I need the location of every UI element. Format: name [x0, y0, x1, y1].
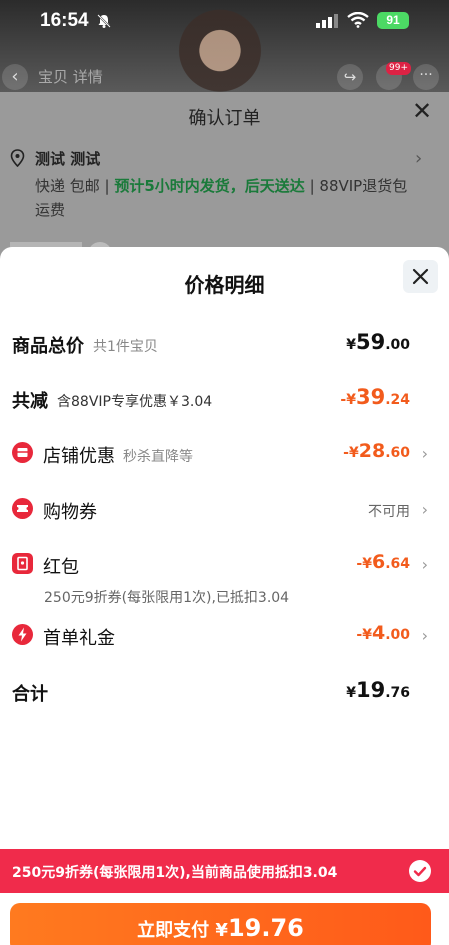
status-time: 16:54 — [40, 10, 89, 31]
wifi-icon — [347, 12, 369, 28]
lightning-icon — [12, 624, 33, 645]
shopping-voucher-status: 不可用 — [368, 504, 410, 520]
pay-now-button[interactable]: 立即支付 ¥19.76 — [10, 903, 431, 945]
close-icon: ✕ — [412, 97, 433, 125]
more-icon: ··· — [413, 64, 439, 90]
background-nav: ‹ 宝贝 详情 ↪ 99+ ··· — [0, 60, 449, 92]
coupon-bar[interactable]: 250元9折券(每张限用1次),当前商品使用抵扣3.04 — [0, 849, 449, 893]
share-icon: ↪ — [337, 64, 363, 90]
shop-discount-value: -¥28.60 — [343, 440, 410, 462]
check-icon[interactable] — [409, 860, 431, 882]
shipping-info: 快递 包邮 | 预计5小时内发货，后天送达 | 88VIP退货包运费 — [35, 174, 415, 222]
row-shop-discount[interactable]: 店铺优惠 秒杀直降等 -¥28.60 › — [12, 440, 432, 468]
back-icon: ‹ — [2, 64, 28, 90]
goods-total-label: 商品总价 — [12, 336, 84, 357]
total-discount-value: -¥39.24 — [340, 385, 410, 409]
goods-total-count: 共1件宝贝 — [93, 339, 158, 355]
goods-total-value: ¥59.00 — [346, 330, 410, 354]
first-order-gift-value: -¥4.00 — [356, 622, 410, 644]
confirm-order-panel: 确认订单 ✕ 测试 测试 › 快递 包邮 | 预计5小时内发货，后天送达 | 8… — [0, 92, 449, 262]
red-packet-value: -¥6.64 — [356, 551, 410, 573]
chevron-right-icon: › — [421, 626, 428, 645]
sheet-close-button[interactable] — [403, 260, 438, 293]
red-packet-icon — [12, 553, 33, 574]
chevron-right-icon: › — [421, 555, 428, 574]
chevron-right-icon: › — [415, 148, 423, 169]
first-order-gift-label: 首单礼金 — [43, 628, 115, 649]
shop-discount-label: 店铺优惠 — [43, 446, 115, 467]
red-packet-note: 250元9折券(每张限用1次),已抵扣3.04 — [44, 590, 290, 606]
cart-badge: 99+ — [386, 62, 411, 75]
red-packet-label: 红包 — [43, 557, 79, 578]
row-goods-total: 商品总价 共1件宝贝 ¥59.00 — [12, 330, 432, 358]
price-detail-sheet: 价格明细 商品总价 共1件宝贝 ¥59.00 共减 含88VIP专享优惠￥3.0… — [0, 247, 449, 945]
row-shopping-voucher[interactable]: 购物券 不可用 › — [12, 496, 432, 524]
row-red-packet[interactable]: 红包 -¥6.64 › — [12, 551, 432, 579]
row-total-discount: 共减 含88VIP专享优惠￥3.04 -¥39.24 — [12, 385, 432, 413]
chevron-right-icon: › — [421, 500, 428, 519]
shipping-prefix: 快递 包邮 | — [35, 177, 115, 195]
close-icon — [412, 268, 429, 285]
signal-icon — [316, 14, 338, 28]
total-value: ¥19.76 — [346, 678, 410, 702]
bell-muted-icon — [97, 14, 111, 28]
total-discount-detail: 含88VIP专享优惠￥3.04 — [57, 394, 213, 410]
address-name: 测试 测试 — [35, 150, 101, 168]
status-bar: 16:54 91 — [0, 0, 449, 42]
shipping-highlight: 预计5小时内发货，后天送达 — [114, 177, 305, 195]
row-first-order-gift[interactable]: 首单礼金 -¥4.00 › — [12, 622, 432, 650]
battery-indicator: 91 — [377, 12, 409, 29]
shop-discount-detail: 秒杀直降等 — [123, 449, 193, 465]
row-total: 合计 ¥19.76 — [12, 678, 432, 706]
shop-icon — [12, 442, 33, 463]
confirm-order-title: 确认订单 — [188, 108, 261, 129]
background-nav-title: 宝贝 详情 — [38, 68, 103, 86]
coupon-bar-text: 250元9折券(每张限用1次),当前商品使用抵扣3.04 — [12, 865, 338, 881]
chevron-right-icon: › — [421, 444, 428, 463]
total-discount-label: 共减 — [12, 391, 48, 412]
sheet-title: 价格明细 — [184, 273, 265, 297]
location-pin-icon — [10, 149, 25, 167]
shopping-voucher-label: 购物券 — [43, 502, 97, 523]
ticket-icon — [12, 498, 33, 519]
total-label: 合计 — [12, 684, 48, 705]
pay-now-label: 立即支付 ¥19.76 — [137, 914, 304, 942]
